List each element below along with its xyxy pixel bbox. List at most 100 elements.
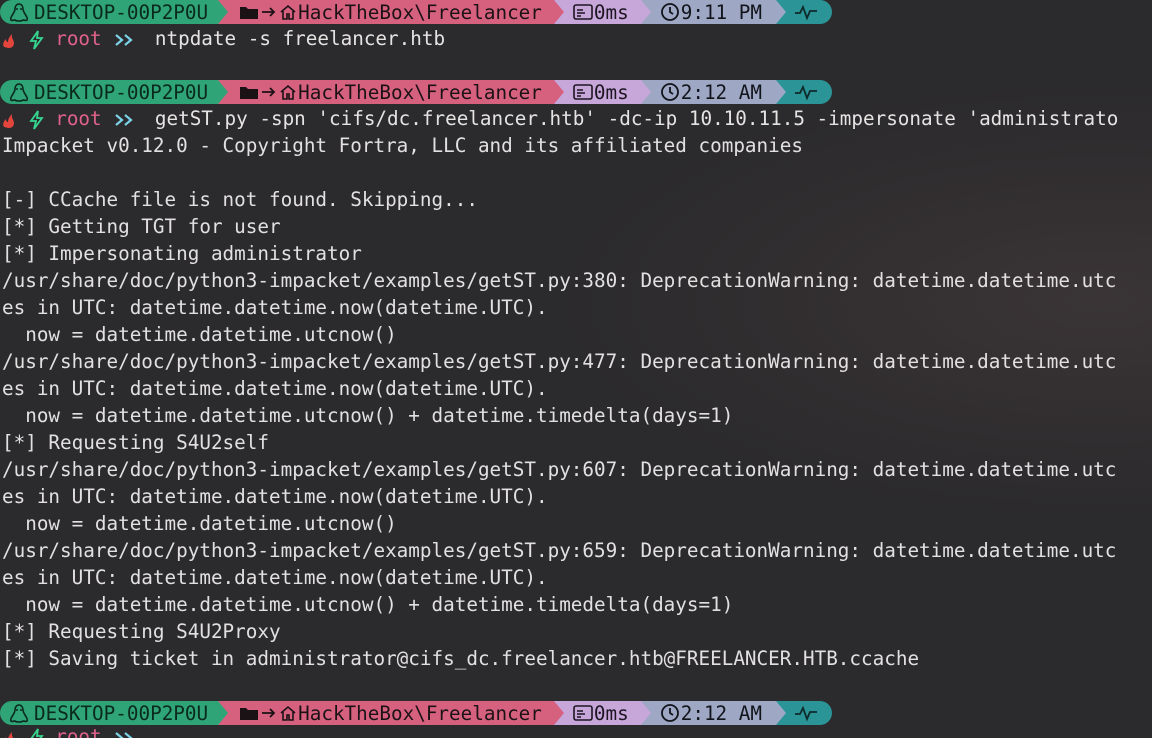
- output-line: [*] Getting TGT for user: [2, 215, 281, 238]
- flame-icon: [0, 729, 16, 738]
- command-text: ntpdate -s freelancer.htb: [154, 27, 446, 50]
- current-path: HackTheBox\Freelancer: [298, 0, 542, 24]
- output-line: now = datetime.datetime.utcnow() + datet…: [2, 404, 734, 427]
- segment-separator: [640, 80, 651, 104]
- output-line: [-] CCache file is not found. Skipping..…: [2, 188, 478, 211]
- segment-separator: [776, 0, 786, 24]
- output-line: /usr/share/doc/python3-impacket/examples…: [2, 539, 1117, 562]
- clock-time: 2:12 AM: [680, 701, 762, 725]
- folder-icon: [238, 3, 260, 21]
- hostname: DESKTOP-00P2P0U: [34, 80, 209, 104]
- linux-tux-icon: [8, 703, 30, 723]
- host-segment: DESKTOP-00P2P0U: [0, 0, 229, 24]
- pulse-icon: [794, 3, 818, 21]
- segment-separator: [640, 701, 651, 725]
- clock-segment: 2:12 AM: [640, 80, 786, 104]
- execution-time: 0ms: [593, 0, 629, 24]
- folder-icon: [238, 83, 260, 101]
- output-line: es in UTC: datetime.datetime.now(datetim…: [2, 566, 548, 589]
- output-line: /usr/share/doc/python3-impacket/examples…: [2, 269, 1117, 292]
- terminal-exec-icon: [572, 83, 594, 101]
- output-line: es in UTC: datetime.datetime.now(datetim…: [2, 485, 548, 508]
- clock-icon: [659, 2, 681, 22]
- segment-separator: [776, 80, 786, 104]
- home-icon: [278, 83, 298, 101]
- double-chevron-icon: [113, 111, 143, 129]
- double-chevron-icon: [113, 729, 143, 738]
- segment-separator: [218, 80, 229, 104]
- command-line: root ntpdate -s freelancer.htb: [0, 25, 1150, 52]
- home-icon: [278, 704, 298, 722]
- lightning-icon: [28, 727, 44, 738]
- powerline-bar: DESKTOP-00P2P0U HackTheBox\Freelancer 0ms 2…: [0, 701, 832, 725]
- output-line: Impacket v0.12.0 - Copyright Fortra, LLC…: [2, 134, 803, 157]
- output-line: /usr/share/doc/python3-impacket/examples…: [2, 458, 1117, 481]
- hostname: DESKTOP-00P2P0U: [34, 0, 209, 24]
- command-line: root getST.py -spn 'cifs/dc.freelancer.h…: [0, 105, 1150, 132]
- path-segment: HackTheBox\Freelancer: [218, 701, 564, 725]
- pulse-icon: [794, 704, 818, 722]
- lightning-icon: [28, 29, 44, 50]
- current-path: HackTheBox\Freelancer: [298, 701, 542, 725]
- output-line: [*] Saving ticket in administrator@cifs_…: [2, 647, 920, 670]
- arrow-right-icon: [260, 3, 278, 21]
- terminal-exec-icon: [572, 704, 594, 722]
- clock-segment: 2:12 AM: [640, 701, 786, 725]
- exec-time-segment: 0ms: [553, 80, 651, 104]
- linux-tux-icon: [8, 82, 30, 102]
- linux-tux-icon: [8, 2, 30, 22]
- output-line: now = datetime.datetime.utcnow(): [2, 323, 397, 346]
- home-icon: [278, 3, 298, 21]
- double-chevron-icon: [113, 31, 143, 49]
- command-text: getST.py -spn 'cifs/dc.freelancer.htb' -…: [154, 107, 1119, 130]
- output-line: now = datetime.datetime.utcnow(): [2, 512, 397, 535]
- segment-separator: [553, 0, 564, 24]
- hostname: DESKTOP-00P2P0U: [34, 701, 209, 725]
- output-line: es in UTC: datetime.datetime.now(datetim…: [2, 377, 548, 400]
- host-segment: DESKTOP-00P2P0U: [0, 701, 229, 725]
- current-path: HackTheBox\Freelancer: [298, 80, 542, 104]
- segment-separator: [640, 0, 651, 24]
- segment-separator: [218, 701, 229, 725]
- clock-icon: [659, 703, 681, 723]
- output-line: es in UTC: datetime.datetime.now(datetim…: [2, 296, 548, 319]
- output-line: [*] Requesting S4U2self: [2, 431, 269, 454]
- segment-separator: [553, 701, 564, 725]
- host-segment: DESKTOP-00P2P0U: [0, 80, 229, 104]
- path-segment: HackTheBox\Freelancer: [218, 0, 564, 24]
- execution-time: 0ms: [593, 701, 629, 725]
- lightning-icon: [28, 109, 44, 130]
- command-line: root: [0, 723, 1150, 738]
- terminal-exec-icon: [572, 3, 594, 21]
- exec-time-segment: 0ms: [553, 701, 651, 725]
- segment-separator: [218, 0, 229, 24]
- powerline-bar: DESKTOP-00P2P0U HackTheBox\Freelancer 0ms 9…: [0, 0, 832, 24]
- exec-time-segment: 0ms: [553, 0, 651, 24]
- output-line: [*] Impersonating administrator: [2, 242, 362, 265]
- username: root: [55, 725, 102, 738]
- segment-separator: [776, 701, 786, 725]
- clock-icon: [659, 82, 681, 102]
- folder-icon: [238, 704, 260, 722]
- segment-separator: [553, 80, 564, 104]
- output-line: now = datetime.datetime.utcnow() + datet…: [2, 593, 734, 616]
- username: root: [55, 107, 102, 130]
- pulse-icon: [794, 83, 818, 101]
- powerline-bar: DESKTOP-00P2P0U HackTheBox\Freelancer 0ms 2…: [0, 80, 832, 104]
- output-line: /usr/share/doc/python3-impacket/examples…: [2, 350, 1117, 373]
- output-line: [*] Requesting S4U2Proxy: [2, 620, 281, 643]
- flame-icon: [0, 31, 16, 49]
